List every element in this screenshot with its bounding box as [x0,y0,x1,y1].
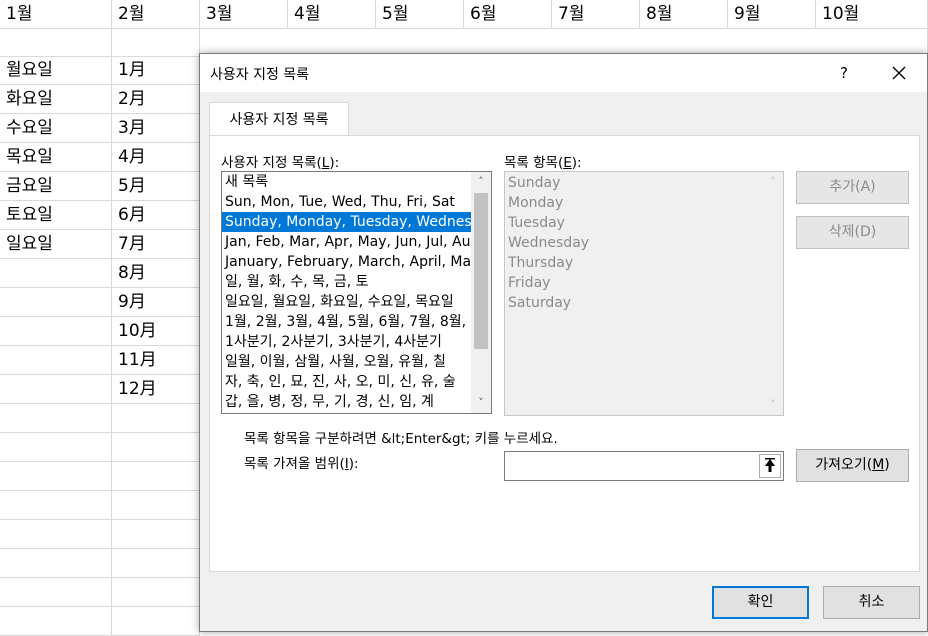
cell-b21[interactable] [112,578,200,607]
cell-a7[interactable]: 금요일 [0,172,112,201]
cancel-button[interactable]: 취소 [823,586,920,619]
list-item[interactable]: Jan, Feb, Mar, Apr, May, Jun, Jul, Aug [222,232,471,252]
cell-a2[interactable] [0,28,112,57]
range-select-button[interactable] [759,454,781,478]
cell-a15[interactable] [0,404,112,433]
entries-label: 목록 항목(E): [504,155,582,171]
list-item[interactable]: 1월, 2월, 3월, 4월, 5월, 6월, 7월, 8월, [222,312,471,332]
cell-j1[interactable]: 10월 [816,0,928,29]
cell-b18[interactable] [112,491,200,520]
cell-d1[interactable]: 4월 [288,0,376,29]
cell-a9[interactable]: 일요일 [0,230,112,259]
cell-a4[interactable]: 화요일 [0,85,112,114]
cell-a1[interactable]: 1월 [0,0,112,29]
cell-b17[interactable] [112,462,200,491]
cell-a14[interactable] [0,375,112,404]
entry-line: Friday [508,275,551,291]
cell-g1[interactable]: 7월 [552,0,640,29]
entry-line: Thursday [508,255,574,271]
help-button[interactable]: ? [832,62,856,84]
delete-button[interactable]: 삭제(D) [796,216,909,249]
list-item[interactable]: 자, 축, 인, 묘, 진, 사, 오, 미, 신, 유, 술 [222,372,471,392]
collapse-dialog-icon [765,458,775,472]
cell-a3[interactable]: 월요일 [0,56,112,85]
cell-i1[interactable]: 9월 [728,0,816,29]
cell-b9[interactable]: 7月 [112,230,200,259]
scroll-thumb[interactable] [474,193,488,349]
entries-scrollbar[interactable]: ˄ ˅ [763,172,783,415]
cell-a11[interactable] [0,288,112,317]
import-range-input[interactable] [504,451,784,481]
cell-a10[interactable] [0,259,112,288]
entry-line: Monday [508,195,564,211]
cell-b15[interactable] [112,404,200,433]
cell-b8[interactable]: 6月 [112,201,200,230]
cell-b1[interactable]: 2월 [112,0,200,29]
import-range-label: 목록 가져올 범위(I): [244,456,359,472]
cell-c1[interactable]: 3월 [200,0,288,29]
cell-a13[interactable] [0,346,112,375]
add-button[interactable]: 추가(A) [796,171,909,204]
tab-custom-lists[interactable]: 사용자 지정 목록 [209,102,349,136]
custom-lists-listbox[interactable]: 새 목록 Sun, Mon, Tue, Wed, Thu, Fri, Sat Sun… [221,171,492,414]
cell-b6[interactable]: 4月 [112,143,200,172]
list-item[interactable]: 1사분기, 2사분기, 3사분기, 4사분기 [222,332,471,352]
custom-lists-items: 새 목록 Sun, Mon, Tue, Wed, Thu, Fri, Sat Sun… [222,172,471,412]
cell-b12[interactable]: 10月 [112,317,200,346]
lists-label: 사용자 지정 목록(L): [221,155,340,171]
cell-b3[interactable]: 1月 [112,56,200,85]
custom-lists-dialog: 사용자 지정 목록 ? 사용자 지정 목록 사용자 지정 목록(L): 새 목록… [199,53,928,632]
cell-b16[interactable] [112,433,200,462]
cell-b2[interactable] [112,28,200,57]
hint-text: 목록 항목을 구분하려면 &lt;Enter&gt; 키를 누르세요. [244,431,558,447]
cell-b11[interactable]: 9月 [112,288,200,317]
cell-b20[interactable] [112,549,200,578]
scroll-down-arrow-icon[interactable]: ˅ [471,393,491,413]
cell-h1[interactable]: 8월 [640,0,728,29]
ok-button[interactable]: 확인 [712,586,809,619]
cell-a19[interactable] [0,520,112,549]
cell-a5[interactable]: 수요일 [0,114,112,143]
list-item[interactable]: 일요일, 월요일, 화요일, 수요일, 목요일 [222,292,471,312]
cell-a16[interactable] [0,433,112,462]
cell-a20[interactable] [0,549,112,578]
entry-line: Sunday [508,175,561,191]
cell-b19[interactable] [112,520,200,549]
scroll-down-arrow-icon[interactable]: ˅ [763,395,783,415]
entry-line: Saturday [508,295,572,311]
close-button[interactable] [886,60,912,86]
cell-a21[interactable] [0,578,112,607]
entry-line: Tuesday [508,215,565,231]
dialog-titlebar[interactable]: 사용자 지정 목록 ? [200,54,927,92]
list-entries-items: Sunday Monday Tuesday Wednesday Thursday Frid… [505,172,783,313]
cell-f1[interactable]: 6월 [464,0,552,29]
entry-line: Wednesday [508,235,590,251]
list-item[interactable]: 새 목록 [222,172,471,192]
dialog-title: 사용자 지정 목록 [210,67,310,83]
cell-a17[interactable] [0,462,112,491]
cell-b5[interactable]: 3月 [112,114,200,143]
list-item[interactable]: Sunday, Monday, Tuesday, Wednesday, Thur… [222,212,471,232]
cell-a6[interactable]: 목요일 [0,143,112,172]
cell-b10[interactable]: 8月 [112,259,200,288]
cell-a18[interactable] [0,491,112,520]
scroll-up-arrow-icon[interactable]: ˄ [471,172,491,192]
cell-a12[interactable] [0,317,112,346]
cell-a8[interactable]: 토요일 [0,201,112,230]
list-item[interactable]: 일, 월, 화, 수, 목, 금, 토 [222,272,471,292]
lists-scrollbar[interactable]: ˄ ˅ [471,172,491,413]
list-item[interactable]: Sun, Mon, Tue, Wed, Thu, Fri, Sat [222,192,471,212]
list-item[interactable]: 일월, 이월, 삼월, 사월, 오월, 유월, 칠 [222,352,471,372]
list-item[interactable]: 갑, 을, 병, 정, 무, 기, 경, 신, 임, 계 [222,392,471,412]
cell-b13[interactable]: 11月 [112,346,200,375]
cell-e1[interactable]: 5월 [376,0,464,29]
close-icon [892,66,906,80]
cell-b14[interactable]: 12月 [112,375,200,404]
list-entries-textbox[interactable]: Sunday Monday Tuesday Wednesday Thursday Frid… [504,171,784,416]
import-button[interactable]: 가져오기(M) [796,449,909,482]
list-item[interactable]: January, February, March, April, May [222,252,471,272]
cell-b4[interactable]: 2月 [112,85,200,114]
scroll-up-arrow-icon[interactable]: ˄ [763,172,783,192]
cell-b7[interactable]: 5月 [112,172,200,201]
